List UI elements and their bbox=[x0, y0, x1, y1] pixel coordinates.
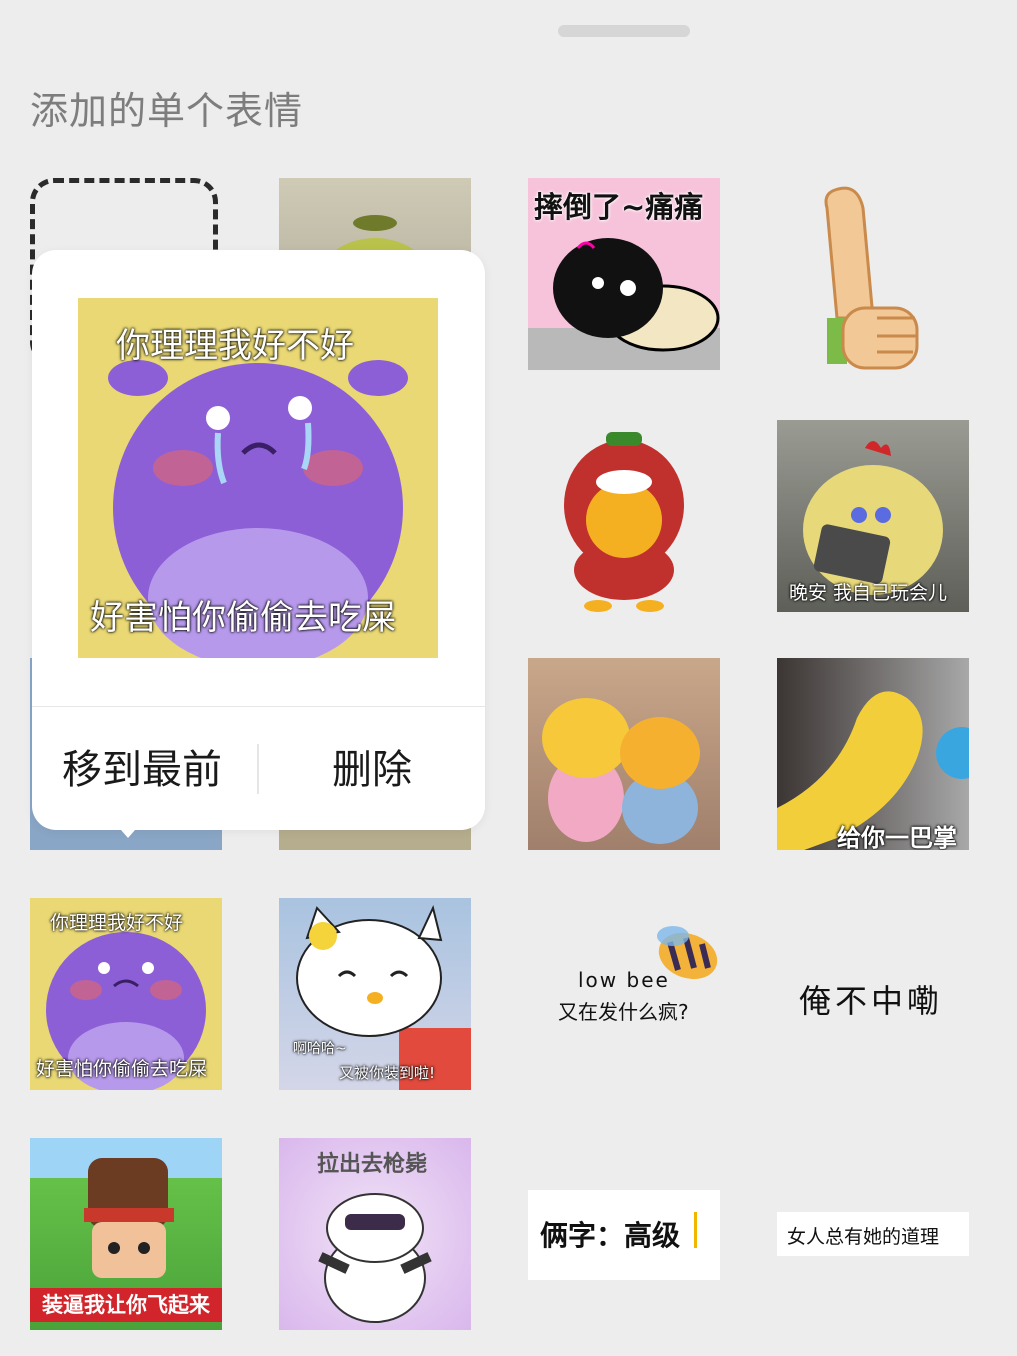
move-to-front-button[interactable]: 移到最前 bbox=[32, 740, 252, 800]
sticker-tile[interactable]: 摔倒了~痛痛 bbox=[528, 178, 720, 370]
thumbs-up-icon bbox=[824, 186, 919, 370]
sticker-caption: 你理理我好不好 bbox=[50, 912, 184, 934]
sticker-caption: 给你一巴掌 bbox=[837, 824, 957, 850]
text-cursor bbox=[694, 1212, 697, 1248]
sticker-tile[interactable]: 给你一巴掌 bbox=[777, 658, 969, 850]
sticker-context-menu: 你理理我好不好 好害怕你偷偷去吃屎 移到最前 删除 bbox=[32, 250, 485, 830]
sticker-tile[interactable] bbox=[528, 420, 720, 612]
sticker-tile[interactable] bbox=[528, 658, 720, 850]
sticker-caption: 拉出去枪毙 bbox=[317, 1152, 428, 1177]
sticker-caption: 晚安 我自己玩会儿 bbox=[789, 582, 948, 604]
sticker-tile[interactable]: 拉出去枪毙 bbox=[279, 1138, 471, 1330]
section-title: 添加的单个表情 bbox=[30, 89, 304, 133]
sticker-tile[interactable]: 俩字：高级 bbox=[528, 1190, 720, 1280]
sticker-caption: 俩字：高级 bbox=[540, 1219, 681, 1252]
sticker-caption: 俺不中嘞 bbox=[799, 982, 944, 1020]
bee-icon bbox=[657, 926, 718, 980]
sticker-image bbox=[542, 698, 700, 844]
preview-caption: 你理理我好不好 bbox=[116, 326, 354, 366]
sticker-caption: 又在发什么疯? bbox=[558, 1000, 689, 1024]
sticker-preview: 你理理我好不好 好害怕你偷偷去吃屎 bbox=[78, 298, 438, 658]
sticker-tile[interactable]: 啊哈哈~ 又被你装到啦! bbox=[279, 898, 471, 1090]
popup-arrow bbox=[114, 822, 142, 838]
sticker-tile[interactable]: 晚安 我自己玩会儿 bbox=[777, 420, 969, 612]
sticker-caption: 啊哈哈~ bbox=[293, 1041, 347, 1057]
sticker-caption: 摔倒了~痛痛 bbox=[534, 190, 704, 224]
sticker-caption: low bee bbox=[578, 968, 670, 992]
popup-separator bbox=[257, 744, 259, 794]
sticker-caption: 女人总有她的道理 bbox=[787, 1226, 940, 1248]
sticker-caption: 好害怕你偷偷去吃屎 bbox=[36, 1058, 208, 1080]
sticker-tile[interactable]: 女人总有她的道理 bbox=[777, 1212, 969, 1256]
drag-handle[interactable] bbox=[558, 25, 690, 37]
sticker-tile[interactable]: 你理理我好不好 好害怕你偷偷去吃屎 bbox=[30, 898, 222, 1090]
sticker-caption: 装逼我让你飞起来 bbox=[30, 1288, 222, 1322]
sticker-tile[interactable]: 俺不中嘞 bbox=[777, 898, 969, 1090]
popup-divider bbox=[32, 706, 485, 707]
sticker-caption: 又被你装到啦! bbox=[339, 1064, 436, 1082]
delete-button[interactable]: 删除 bbox=[262, 740, 482, 800]
sticker-tile[interactable]: 装逼我让你飞起来 bbox=[30, 1138, 222, 1330]
sticker-image bbox=[564, 432, 684, 612]
sticker-tile[interactable] bbox=[777, 178, 969, 370]
preview-caption: 好害怕你偷偷去吃屎 bbox=[90, 598, 396, 638]
sticker-tile[interactable]: low bee 又在发什么疯? bbox=[528, 898, 720, 1090]
